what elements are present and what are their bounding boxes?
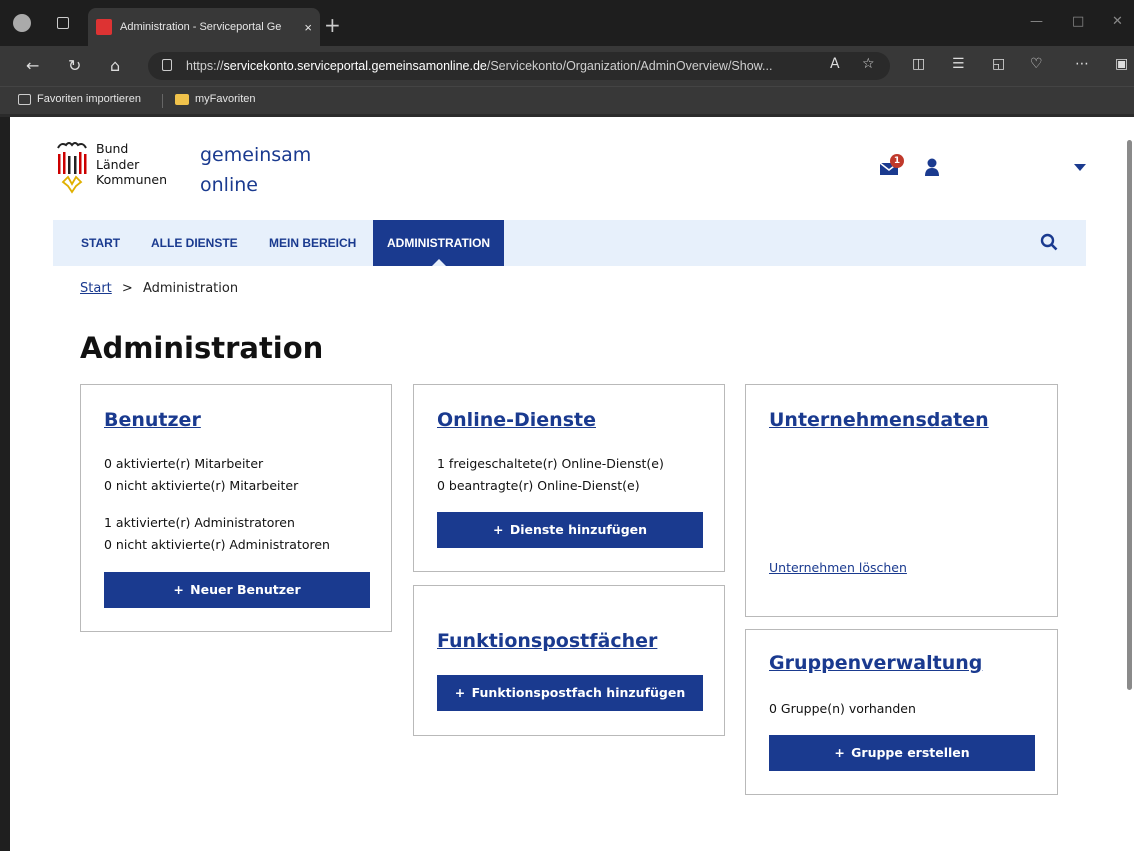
nav-item-mein-bereich[interactable]: MEIN BEREICH: [269, 220, 356, 266]
plus-icon: +: [173, 582, 184, 597]
favorites-folder-link[interactable]: myFavoriten: [175, 93, 256, 105]
breadcrumb-current: Administration: [142, 281, 239, 296]
card-gruppenverwaltung: Gruppenverwaltung 0 Gruppe(n) vorhanden …: [745, 629, 1058, 795]
card-funktionspostfaecher-title[interactable]: Funktionspostfächer: [437, 630, 657, 652]
logo-bund: Bund: [96, 141, 129, 156]
page-title: Administration: [80, 331, 324, 365]
card-benutzer-title[interactable]: Benutzer: [104, 409, 201, 431]
main-navigation: START ALLE DIENSTE MEIN BEREICH ADMINIST…: [53, 220, 1086, 266]
online-dienste-line-1: 1 freigeschaltete(r) Online-Dienst(e): [437, 456, 664, 471]
favorites-folder-label: myFavoriten: [195, 93, 256, 105]
plus-icon: +: [454, 685, 466, 700]
brand-line2: online: [200, 174, 258, 196]
refresh-icon[interactable]: ↻: [68, 56, 81, 75]
logo-laender: Länder: [96, 156, 140, 172]
benutzer-line-1: 0 aktivierte(r) Mitarbeiter: [104, 456, 264, 471]
collections-icon[interactable]: ◱: [992, 56, 1005, 72]
online-dienste-line-2: 0 beantragte(r) Online-Dienst(e): [437, 478, 640, 493]
folder-icon: [175, 93, 189, 105]
card-funktionspostfaecher: Funktionspostfächer + Funktionspostfach …: [413, 585, 725, 736]
benutzer-line-3: 1 aktivierte(r) Administratoren: [104, 515, 295, 530]
split-screen-icon[interactable]: ◫: [912, 56, 925, 72]
delete-company-link[interactable]: Unternehmen löschen: [769, 560, 907, 575]
profile-icon[interactable]: [13, 14, 31, 32]
create-group-button[interactable]: + Gruppe erstellen: [769, 735, 1035, 771]
maximize-icon[interactable]: □: [1072, 14, 1084, 29]
home-icon[interactable]: ⌂: [110, 56, 120, 75]
url-prefix: https://: [186, 59, 224, 73]
mail-badge: 1: [890, 154, 904, 168]
federal-eagle-logo: [57, 142, 87, 194]
sidebar-toggle-icon[interactable]: ▣: [1115, 56, 1128, 72]
close-tab-icon[interactable]: ×: [304, 20, 312, 35]
logo-kommunen: Kommunen: [96, 172, 168, 187]
add-function-mailbox-button-label: Funktionspostfach hinzufügen: [471, 685, 686, 700]
favorites-list-icon[interactable]: ☰: [952, 56, 965, 72]
new-user-button-label: Neuer Benutzer: [190, 582, 301, 597]
address-bar[interactable]: https://servicekonto.serviceportal.gemei…: [148, 52, 890, 80]
brand-line1: gemeinsam: [200, 144, 312, 166]
new-tab-button[interactable]: +: [324, 13, 341, 37]
lock-icon: [162, 59, 172, 71]
scrollbar-thumb[interactable]: [1127, 140, 1132, 690]
favorites-separator: [162, 94, 163, 108]
gruppenverwaltung-line-1: 0 Gruppe(n) vorhanden: [769, 701, 916, 716]
tab-title: Administration - Serviceportal Ge: [120, 21, 282, 33]
site-favicon-icon: [96, 19, 112, 35]
close-window-icon[interactable]: ✕: [1112, 14, 1123, 29]
import-icon: [18, 93, 31, 105]
brand-logo[interactable]: gemeinsam online: [200, 140, 311, 200]
minimize-icon[interactable]: —: [1030, 14, 1043, 29]
add-services-button-label: Dienste hinzufügen: [509, 522, 648, 537]
plus-icon: +: [834, 745, 845, 760]
benutzer-line-4: 0 nicht aktivierte(r) Administratoren: [104, 537, 330, 552]
search-icon[interactable]: [1040, 233, 1058, 251]
tab-actions-icon[interactable]: [57, 17, 69, 29]
user-icon[interactable]: [924, 158, 940, 176]
card-online-dienste: Online-Dienste 1 freigeschaltete(r) Onli…: [413, 384, 725, 572]
card-benutzer: Benutzer 0 aktivierte(r) Mitarbeiter 0 n…: [80, 384, 392, 632]
card-gruppenverwaltung-title[interactable]: Gruppenverwaltung: [769, 652, 982, 674]
favorite-star-icon[interactable]: ☆: [862, 56, 875, 72]
logo-text: Bund Länder Kommunen: [96, 141, 167, 188]
back-icon[interactable]: ←: [26, 56, 39, 75]
browser-essentials-icon[interactable]: ♡: [1030, 56, 1043, 72]
nav-item-alle-dienste[interactable]: ALLE DIENSTE: [151, 220, 238, 266]
card-unternehmensdaten-title[interactable]: Unternehmensdaten: [769, 409, 989, 431]
nav-item-administration[interactable]: ADMINISTRATION: [373, 220, 505, 266]
title-bar: Administration - Serviceportal Ge × + — …: [0, 0, 1134, 46]
breadcrumb: Start > Administration: [80, 281, 238, 296]
new-user-button[interactable]: + Neuer Benutzer: [104, 572, 370, 608]
add-services-button[interactable]: + Dienste hinzufügen: [437, 512, 703, 548]
create-group-button-label: Gruppe erstellen: [851, 745, 970, 760]
favorites-bar: Favoriten importieren myFavoriten: [0, 86, 1134, 114]
more-menu-icon[interactable]: ⋯: [1075, 56, 1089, 72]
favorites-import-link[interactable]: Favoriten importieren: [18, 93, 141, 105]
card-unternehmensdaten: Unternehmensdaten Unternehmen löschen: [745, 384, 1058, 617]
breadcrumb-separator: >: [121, 281, 133, 296]
card-online-dienste-title[interactable]: Online-Dienste: [437, 409, 596, 431]
plus-icon: +: [492, 522, 504, 537]
favorites-import-label: Favoriten importieren: [37, 93, 141, 105]
browser-tab[interactable]: Administration - Serviceportal Ge ×: [88, 8, 320, 46]
benutzer-line-2: 0 nicht aktivierte(r) Mitarbeiter: [104, 478, 299, 493]
url-host: servicekonto.serviceportal.gemeinsamonli…: [223, 59, 487, 73]
read-aloud-icon[interactable]: A: [830, 56, 840, 72]
url-path: /Servicekonto/Organization/AdminOverview…: [486, 59, 773, 73]
breadcrumb-start-link[interactable]: Start: [80, 281, 112, 296]
chevron-down-icon[interactable]: [1074, 164, 1086, 172]
nav-item-start[interactable]: START: [81, 220, 120, 266]
add-function-mailbox-button[interactable]: + Funktionspostfach hinzufügen: [437, 675, 703, 711]
